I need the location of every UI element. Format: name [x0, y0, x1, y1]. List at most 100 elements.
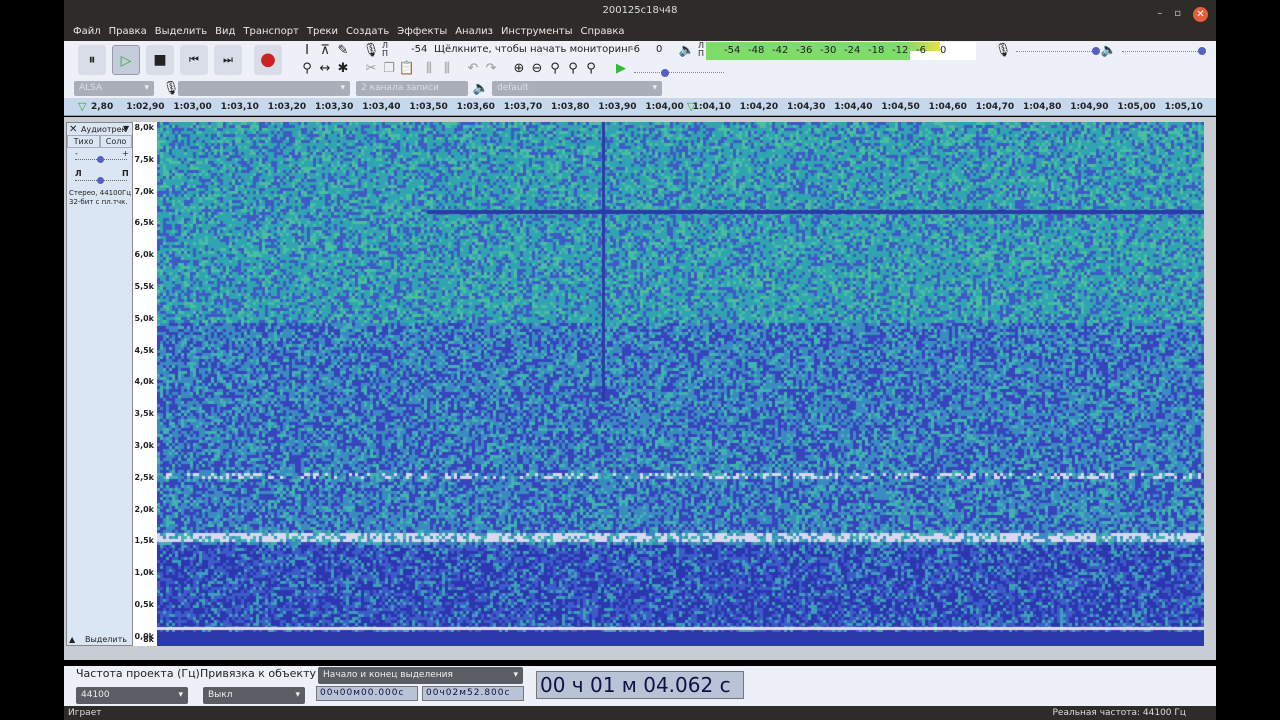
- play-at-speed-icon[interactable]: ▶: [612, 61, 630, 76]
- frequency-label: 7,5k: [134, 154, 155, 164]
- ruler-label: 2,80: [91, 102, 114, 112]
- selection-tool-icon[interactable]: I: [298, 43, 316, 58]
- ruler-label: 1:03,00: [173, 102, 212, 112]
- solo-button[interactable]: Соло: [100, 135, 132, 148]
- menu-item[interactable]: Выделить: [151, 22, 211, 41]
- actual-rate: Реальная частота: 44100 Гц: [1052, 708, 1187, 718]
- playback-volume-slider[interactable]: [1122, 47, 1206, 55]
- meter-tick: -18: [868, 45, 885, 56]
- cut-icon[interactable]: ✂: [362, 61, 380, 76]
- snap-to-select[interactable]: Выкл: [203, 687, 305, 704]
- ruler-label: 1:03,40: [362, 102, 401, 112]
- ruler-label: 1:04,30: [787, 102, 826, 112]
- menu-item[interactable]: Анализ: [451, 22, 497, 41]
- play-region-marker-icon[interactable]: ▽: [78, 100, 86, 113]
- skip-to-start-button[interactable]: ⏮: [180, 45, 208, 75]
- close-track-icon[interactable]: ✕: [69, 124, 77, 135]
- fit-selection-icon[interactable]: ⚲: [546, 61, 564, 76]
- multi-tool-icon[interactable]: ✱: [334, 61, 352, 76]
- menu-item[interactable]: Справка: [577, 22, 629, 41]
- meter-tick: -30: [820, 45, 837, 56]
- project-rate-select[interactable]: 44100: [76, 687, 188, 704]
- redo-icon[interactable]: ↷: [482, 61, 500, 76]
- frequency-axis: 8,0k 7,5k 7,0k 6,5k 6,0k 5,5k 5,0k 4,5k 4,0k 3,5k…: [133, 122, 157, 646]
- frequency-label: 2,0k: [134, 504, 155, 514]
- play-speed-slider[interactable]: [634, 69, 724, 77]
- menu-item[interactable]: Транспорт: [239, 22, 302, 41]
- ruler-label: 1:05,00: [1117, 102, 1156, 112]
- gain-slider[interactable]: [75, 156, 127, 163]
- playback-meter-channels: Л П: [698, 41, 705, 58]
- frequency-label: 6,5k: [134, 218, 155, 228]
- track-name-menu[interactable]: Аудиотрек: [81, 125, 126, 134]
- record-meter-channels: Л П: [382, 41, 389, 58]
- paste-icon[interactable]: 📋: [398, 61, 416, 76]
- mute-button[interactable]: Тихо: [67, 135, 100, 148]
- zoom-out-icon[interactable]: ⊖: [528, 61, 546, 76]
- menu-item[interactable]: Правка: [105, 22, 151, 41]
- frequency-label: 4,5k: [134, 345, 155, 355]
- audio-position-time[interactable]: 00 ч 01 м 04.062 с: [536, 671, 744, 699]
- stop-button[interactable]: ■: [146, 45, 174, 75]
- menu-item[interactable]: Треки: [303, 22, 342, 41]
- ruler-label: 1:04,00: [645, 102, 684, 112]
- close-icon[interactable]: ✕: [1193, 6, 1208, 22]
- zoom-tool-icon[interactable]: ⚲: [298, 61, 316, 76]
- copy-icon[interactable]: ❐: [380, 61, 398, 76]
- meter-tick: -54: [411, 44, 428, 55]
- menu-item[interactable]: Вид: [211, 22, 239, 41]
- menu-bar: Файл Правка Выделить Вид Транспорт Треки Созда…: [64, 22, 1216, 41]
- title-bar: 200125с18ч48 – ▫ ✕: [64, 0, 1216, 22]
- zoom-in-icon[interactable]: ⊕: [510, 61, 528, 76]
- ruler-label: 1:03,10: [220, 102, 259, 112]
- menu-item[interactable]: Инструменты: [497, 22, 577, 41]
- meter-tick: -6: [916, 45, 926, 56]
- undo-icon[interactable]: ↶: [464, 61, 482, 76]
- fit-project-icon[interactable]: ⚲: [564, 61, 582, 76]
- output-device-select[interactable]: default: [492, 81, 662, 96]
- playback-meter[interactable]: -54 -48 -42 -36 -30 -24 -18 -12 -6 0: [706, 42, 976, 60]
- channels-select[interactable]: 2 канала записи (стерео): [356, 81, 468, 111]
- selection-end-time[interactable]: 00ч02м52.800с: [422, 686, 524, 701]
- frequency-label: 5,5k: [134, 282, 155, 291]
- spectrogram[interactable]: [157, 122, 1204, 632]
- timeshift-tool-icon[interactable]: ↔: [316, 61, 334, 76]
- selection-start-time[interactable]: 00ч00м00.000с: [316, 686, 418, 701]
- menu-item[interactable]: Эффекты: [393, 22, 451, 41]
- ruler-label: 1:03,30: [315, 102, 354, 112]
- ruler-label: 1:03,60: [456, 102, 495, 112]
- draw-tool-icon[interactable]: ✎: [334, 43, 352, 58]
- zoom-toggle-icon[interactable]: ⚲: [582, 61, 600, 76]
- silence-icon[interactable]: ⫼: [438, 61, 456, 76]
- frequency-label: 8k: [143, 635, 154, 644]
- track-sample-format: 32-бит с пл.тчк.: [69, 198, 128, 206]
- record-button[interactable]: ●: [254, 45, 282, 75]
- pan-left-label: Л: [75, 169, 82, 178]
- selection-mode-select[interactable]: Начало и конец выделения: [318, 667, 523, 684]
- menu-item[interactable]: Файл: [69, 22, 105, 41]
- collapse-icon[interactable]: ▲: [69, 635, 75, 644]
- ruler-label: 1:03,80: [551, 102, 590, 112]
- record-volume-slider[interactable]: [1016, 47, 1100, 55]
- pause-button[interactable]: ⏸: [78, 45, 106, 75]
- skip-to-end-button[interactable]: ⏭: [214, 45, 242, 75]
- chevron-down-icon[interactable]: ▼: [123, 124, 129, 133]
- frequency-label: 0,5k: [134, 600, 155, 609]
- spectrogram-lower-strip: [157, 632, 1204, 646]
- trim-icon[interactable]: ⫼: [420, 61, 438, 76]
- audio-host-select[interactable]: ALSA: [74, 81, 154, 96]
- select-track-button[interactable]: Выделить: [85, 635, 127, 644]
- monitoring-hint: Щёлкните, чтобы начать мониторинг: [434, 44, 633, 55]
- speaker-icon: 🔈: [472, 81, 490, 96]
- input-device-select[interactable]: [178, 81, 350, 96]
- record-meter[interactable]: -54 Щёлкните, чтобы начать мониторинг -6…: [394, 41, 674, 59]
- menu-item[interactable]: Создать: [342, 22, 393, 41]
- pan-slider[interactable]: [75, 177, 127, 184]
- play-button[interactable]: ▷: [112, 45, 140, 75]
- ruler-label: 1:04,80: [1023, 102, 1062, 112]
- envelope-tool-icon[interactable]: ⊼: [316, 43, 334, 58]
- ruler-label: 1:04,90: [1070, 102, 1109, 112]
- meter-tick: 0: [940, 45, 947, 56]
- timeline-ruler[interactable]: ▽ ▽ 2,80 1:02,90 1:03,00 1:03,10 1:03,20 1:03,3…: [64, 98, 1216, 116]
- playback-volume-icon: 🔈: [1100, 43, 1118, 58]
